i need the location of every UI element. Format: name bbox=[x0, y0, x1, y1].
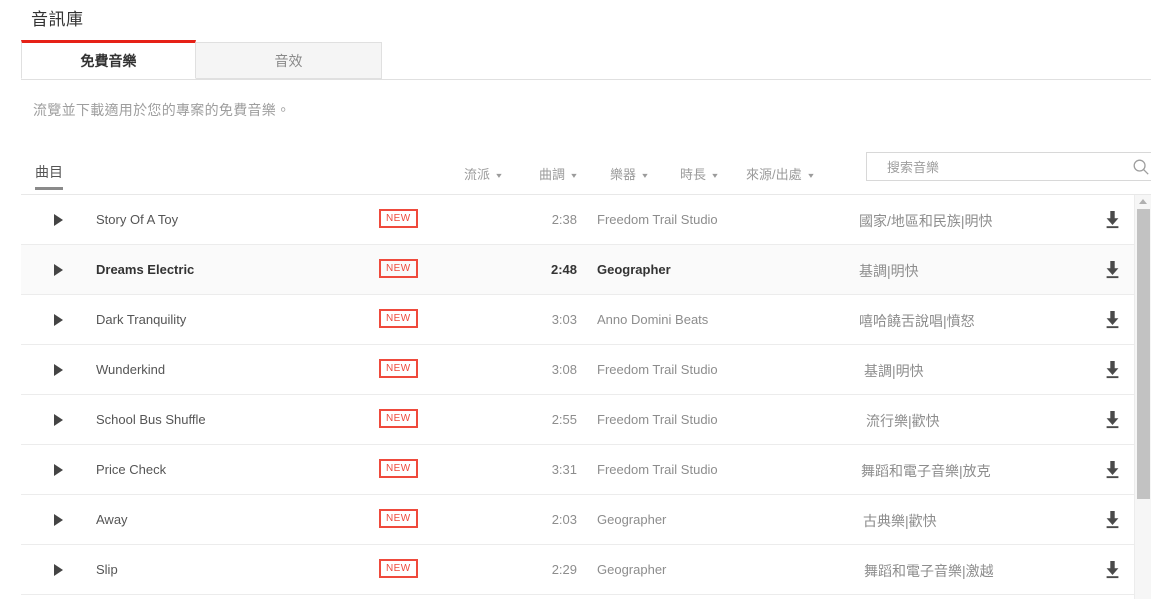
status-badge: NEW bbox=[379, 359, 418, 378]
track-duration: 3:03 bbox=[551, 312, 577, 327]
filter-bar: 曲目 流派 ▾ 曲調 ▾ 樂器 ▾ 時長 ▾ 來源/出處 ▾ bbox=[21, 152, 1151, 195]
play-icon[interactable] bbox=[54, 564, 63, 576]
track-genre: 嘻哈饒舌說唱|憤怒 bbox=[859, 313, 975, 329]
filter-instrument[interactable]: 樂器 ▾ bbox=[610, 164, 648, 183]
play-icon[interactable] bbox=[54, 264, 63, 276]
page-description: 流覽並下載適用於您的專案的免費音樂。 bbox=[33, 102, 291, 118]
tab-sound-effects-label: 音效 bbox=[274, 52, 303, 69]
table-row[interactable]: Dark Tranquility NEW 3:03 Anno Domini Beats… bbox=[21, 295, 1151, 345]
track-title[interactable]: Dark Tranquility bbox=[96, 312, 186, 327]
track-title[interactable]: Price Check bbox=[96, 462, 166, 477]
filter-mood[interactable]: 曲調 ▾ bbox=[539, 164, 577, 183]
track-list: Story Of A Toy NEW 2:38 Freedom Trail Studi… bbox=[21, 195, 1151, 599]
status-badge: NEW bbox=[379, 259, 418, 278]
track-artist: Freedom Trail Studio bbox=[597, 362, 718, 377]
table-row[interactable]: Wunderkind NEW 3:08 Freedom Trail Studio 基調|… bbox=[21, 345, 1151, 395]
track-duration: 2:55 bbox=[551, 412, 577, 427]
search-box[interactable] bbox=[866, 152, 1151, 182]
track-artist: Anno Domini Beats bbox=[597, 312, 709, 327]
track-title[interactable]: Dreams Electric bbox=[96, 262, 194, 277]
track-artist: Freedom Trail Studio bbox=[597, 212, 718, 227]
download-icon[interactable] bbox=[1102, 309, 1123, 330]
filter-duration-label: 時長 bbox=[680, 167, 707, 182]
track-title[interactable]: Story Of A Toy bbox=[96, 212, 178, 227]
filter-source[interactable]: 來源/出處 ▾ bbox=[746, 164, 813, 183]
tab-bar: 免費音樂 音效 bbox=[21, 40, 1151, 80]
download-icon[interactable] bbox=[1102, 509, 1123, 530]
table-row[interactable]: Slip NEW 2:29 Geographer 舞蹈和電子音樂|激越 bbox=[21, 545, 1151, 595]
chevron-down-icon: ▾ bbox=[571, 171, 577, 181]
track-duration: 2:38 bbox=[551, 212, 577, 227]
download-icon[interactable] bbox=[1102, 209, 1123, 230]
track-artist: Geographer bbox=[597, 562, 667, 577]
track-genre: 流行樂|歡快 bbox=[866, 413, 940, 429]
track-artist: Freedom Trail Studio bbox=[597, 462, 718, 477]
filter-genre[interactable]: 流派 ▾ bbox=[464, 164, 502, 183]
track-duration: 3:08 bbox=[551, 362, 577, 377]
track-genre: 舞蹈和電子音樂|放克 bbox=[861, 463, 991, 479]
status-badge: NEW bbox=[379, 559, 418, 578]
track-duration: 2:29 bbox=[551, 562, 577, 577]
track-genre: 國家/地區和民族|明快 bbox=[859, 213, 993, 229]
track-duration: 2:03 bbox=[551, 512, 577, 527]
play-icon[interactable] bbox=[54, 364, 63, 376]
table-row[interactable]: Dreams Electric NEW 2:48 Geographer 基調|明快 bbox=[21, 245, 1151, 295]
filter-genre-label: 流派 bbox=[464, 167, 491, 182]
track-artist: Geographer bbox=[597, 512, 667, 527]
page-title: 音訊庫 bbox=[31, 10, 84, 29]
track-title[interactable]: Slip bbox=[96, 562, 118, 577]
download-icon[interactable] bbox=[1102, 459, 1123, 480]
filter-instrument-label: 樂器 bbox=[610, 167, 637, 182]
play-icon[interactable] bbox=[54, 314, 63, 326]
track-genre: 舞蹈和電子音樂|激越 bbox=[864, 563, 994, 579]
search-input[interactable] bbox=[885, 153, 1119, 182]
scroll-up-arrow-icon[interactable] bbox=[1139, 199, 1147, 204]
track-genre: 基調|明快 bbox=[859, 263, 919, 279]
filter-source-label: 來源/出處 bbox=[746, 167, 802, 182]
table-row[interactable]: Price Check NEW 3:31 Freedom Trail Studio 舞蹈… bbox=[21, 445, 1151, 495]
download-icon[interactable] bbox=[1102, 259, 1123, 280]
track-genre: 古典樂|歡快 bbox=[863, 513, 937, 529]
track-duration: 3:31 bbox=[551, 462, 577, 477]
track-title[interactable]: Away bbox=[96, 512, 128, 527]
tab-free-music-label: 免費音樂 bbox=[80, 52, 137, 69]
chevron-down-icon: ▾ bbox=[712, 171, 718, 181]
filter-mood-label: 曲調 bbox=[539, 167, 566, 182]
track-title[interactable]: Wunderkind bbox=[96, 362, 165, 377]
track-artist: Geographer bbox=[597, 262, 671, 277]
filter-duration[interactable]: 時長 ▾ bbox=[680, 164, 718, 183]
table-row[interactable]: School Bus Shuffle NEW 2:55 Freedom Trail S… bbox=[21, 395, 1151, 445]
status-badge: NEW bbox=[379, 459, 418, 478]
status-badge: NEW bbox=[379, 309, 418, 328]
chevron-down-icon: ▾ bbox=[807, 171, 814, 181]
track-title[interactable]: School Bus Shuffle bbox=[96, 412, 206, 427]
tab-sound-effects[interactable]: 音效 bbox=[196, 42, 382, 79]
tab-free-music[interactable]: 免費音樂 bbox=[21, 40, 196, 79]
play-icon[interactable] bbox=[54, 464, 63, 476]
play-icon[interactable] bbox=[54, 414, 63, 426]
download-icon[interactable] bbox=[1102, 409, 1123, 430]
status-badge: NEW bbox=[379, 209, 418, 228]
chevron-down-icon: ▾ bbox=[496, 171, 502, 181]
track-artist: Freedom Trail Studio bbox=[597, 412, 718, 427]
scrollbar-vertical[interactable] bbox=[1134, 195, 1151, 599]
scrollbar-thumb[interactable] bbox=[1137, 209, 1150, 499]
chevron-down-icon: ▾ bbox=[642, 171, 648, 181]
download-icon[interactable] bbox=[1102, 359, 1123, 380]
play-icon[interactable] bbox=[54, 514, 63, 526]
column-header-track[interactable]: 曲目 bbox=[35, 162, 63, 190]
status-badge: NEW bbox=[379, 509, 418, 528]
audio-library-page: 音訊庫 免費音樂 音效 流覽並下載適用於您的專案的免費音樂。 曲目 流派 ▾ 曲調… bbox=[0, 0, 1151, 599]
search-icon[interactable] bbox=[1132, 158, 1150, 176]
table-row[interactable]: Away NEW 2:03 Geographer 古典樂|歡快 bbox=[21, 495, 1151, 545]
download-icon[interactable] bbox=[1102, 559, 1123, 580]
play-icon[interactable] bbox=[54, 214, 63, 226]
status-badge: NEW bbox=[379, 409, 418, 428]
table-row[interactable]: Story Of A Toy NEW 2:38 Freedom Trail Studi… bbox=[21, 195, 1151, 245]
track-genre: 基調|明快 bbox=[864, 363, 924, 379]
track-duration: 2:48 bbox=[550, 262, 577, 277]
